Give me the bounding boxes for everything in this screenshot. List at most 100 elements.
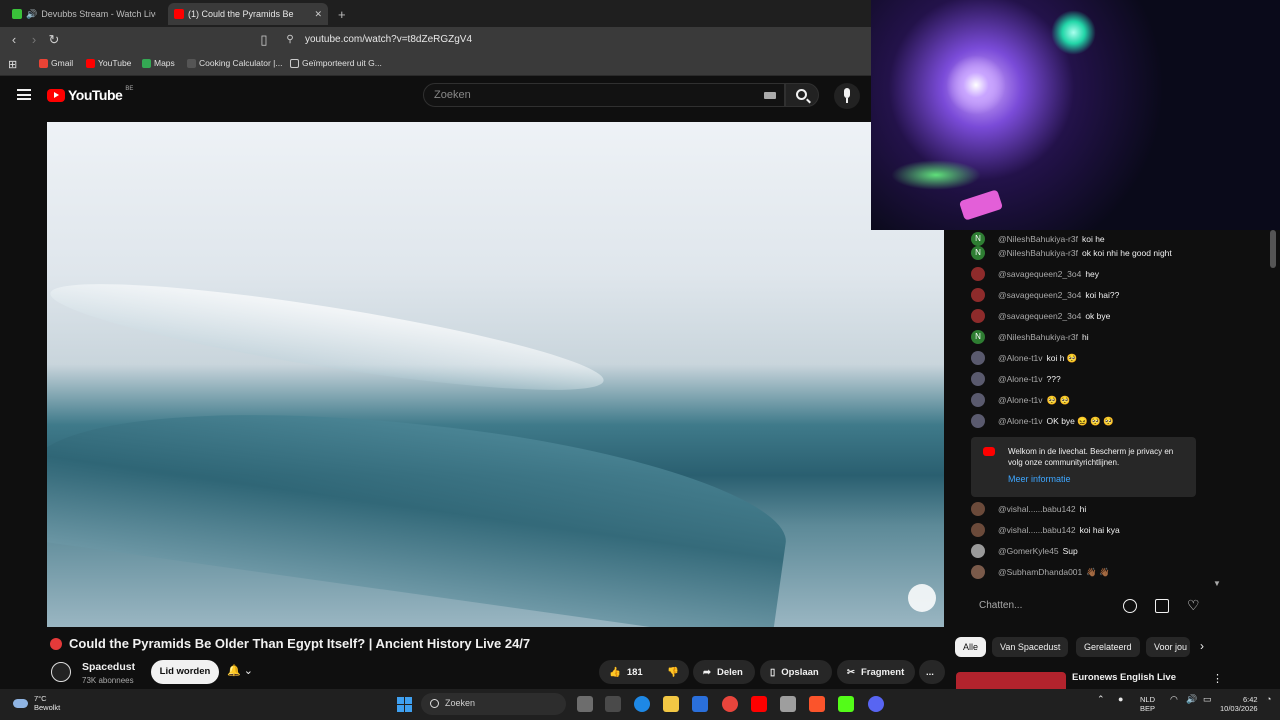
chat-author[interactable]: @vishal......babu142 [998, 525, 1076, 535]
chip-from-channel[interactable]: Van Spacedust [992, 637, 1069, 657]
chat-author[interactable]: @Alone-t1v [998, 416, 1043, 426]
chat-avatar[interactable] [971, 393, 985, 407]
forward-arrow-icon[interactable]: › [26, 32, 42, 48]
chat-message[interactable]: @SubhamDhanda001 👋🏾 👋🏾 [971, 563, 1110, 581]
back-arrow-icon[interactable]: ‹ [6, 32, 22, 48]
bookmark-icon[interactable]: ▯ [256, 32, 272, 48]
save-button[interactable]: ▯ Opslaan [760, 660, 832, 684]
chat-avatar[interactable] [971, 544, 985, 558]
more-info-link[interactable]: Meer informatie [1008, 474, 1071, 484]
taskbar-search[interactable]: Zoeken [421, 693, 566, 715]
chat-message[interactable]: @GomerKyle45 Sup [971, 542, 1078, 560]
recommended-more-icon[interactable]: ⋮ [1212, 672, 1223, 685]
chat-message[interactable]: @savagequeen2_3o4 koi hai?? [971, 286, 1119, 304]
edge-icon[interactable] [634, 696, 650, 712]
scroll-down-icon[interactable]: ▼ [1213, 579, 1221, 588]
chat-avatar[interactable] [971, 414, 985, 428]
heart-icon[interactable]: ♡ [1187, 597, 1200, 614]
calculator-icon[interactable] [780, 696, 796, 712]
chat-message[interactable]: @savagequeen2_3o4 ok bye [971, 307, 1110, 325]
chat-message[interactable]: N @NileshBahukiya-r3f hi [971, 328, 1089, 346]
chip-all[interactable]: Alle [955, 637, 987, 657]
address-bar[interactable]: youtube.com/watch?v=t8dZeRGZgV4 [305, 34, 472, 45]
chips-next-icon[interactable]: › [1200, 639, 1204, 653]
chat-avatar[interactable] [971, 565, 985, 579]
chip-related[interactable]: Gerelateerd [1076, 637, 1140, 657]
chat-scrollbar[interactable] [1270, 230, 1276, 268]
chat-author[interactable]: @savagequeen2_3o4 [998, 311, 1081, 321]
notification-bell-icon[interactable]: 🔔 ⌄ [227, 664, 253, 677]
notification-icon[interactable]: ◔ [1266, 695, 1271, 704]
more-actions-button[interactable]: ... [919, 660, 945, 684]
chat-avatar[interactable] [971, 502, 985, 516]
search-input[interactable]: Zoeken [423, 83, 785, 107]
bookmark-gmail[interactable]: Gmail [39, 58, 73, 68]
like-button[interactable]: 👍 181 👎 [599, 660, 689, 684]
task-view-icon[interactable] [577, 696, 593, 712]
channel-watermark-icon[interactable] [908, 584, 936, 612]
brave-icon[interactable] [809, 696, 825, 712]
recommended-title[interactable]: Euronews English Live [1072, 672, 1176, 683]
site-info-icon[interactable]: ⚲ [282, 32, 298, 48]
chat-author[interactable]: @savagequeen2_3o4 [998, 269, 1081, 279]
channel-name[interactable]: Spacedust [82, 661, 135, 673]
bookmark-imported-folder[interactable]: Geïmporteerd uit G... [290, 58, 382, 68]
tray-app-icon[interactable]: ● [1118, 695, 1123, 704]
bookmark-youtube[interactable]: YouTube [86, 58, 131, 68]
chat-message[interactable]: N @NileshBahukiya-r3f ok koi nhi he good n… [971, 244, 1172, 262]
voice-search-icon[interactable] [834, 83, 860, 109]
file-explorer-icon[interactable] [663, 696, 679, 712]
chat-author[interactable]: @NileshBahukiya-r3f [998, 332, 1078, 342]
share-button[interactable]: ➦ Delen [693, 660, 755, 684]
weather-widget[interactable]: 7°C Bewolkt [13, 694, 60, 712]
join-button[interactable]: Lid worden [151, 660, 219, 684]
bookmark-maps[interactable]: Maps [142, 58, 175, 68]
chip-for-you[interactable]: Voor jou [1146, 637, 1190, 657]
chat-avatar[interactable]: N [971, 246, 985, 260]
kick-icon[interactable] [838, 696, 854, 712]
discord-icon[interactable] [868, 696, 884, 712]
windows-start-icon[interactable] [397, 697, 412, 712]
tray-overflow-icon[interactable]: ⌃ [1097, 695, 1105, 704]
tab-devubbs-stream[interactable]: 🔊 Devubbs Stream - Watch Live on [6, 3, 156, 25]
chat-author[interactable]: @SubhamDhanda001 [998, 567, 1082, 577]
chat-message[interactable]: @Alone-t1v??? [971, 370, 1061, 388]
chat-message[interactable]: @Alone-t1v koi h 🥺 [971, 349, 1077, 367]
video-player[interactable] [47, 122, 944, 627]
chat-author[interactable]: @Alone-t1v [998, 353, 1043, 363]
battery-icon[interactable]: ▭ [1203, 695, 1212, 704]
chat-avatar[interactable]: N [971, 330, 985, 344]
chat-message[interactable]: @Alone-t1v 🥺 🥺 [971, 391, 1070, 409]
chat-message[interactable]: @vishal......babu142 koi hai kya [971, 521, 1120, 539]
keyboard-icon[interactable] [764, 92, 776, 99]
youtube-logo[interactable]: YouTube BE [47, 86, 133, 103]
chat-author[interactable]: @vishal......babu142 [998, 504, 1076, 514]
new-tab-button[interactable]: + [332, 3, 352, 25]
tab-youtube-video[interactable]: (1) Could the Pyramids Be ✕ [168, 3, 328, 25]
clock[interactable]: 6:42 10/03/2026 [1220, 695, 1258, 713]
chat-author[interactable]: @GomerKyle45 [998, 546, 1059, 556]
thumbs-down-icon[interactable]: 👎 [667, 667, 679, 678]
chat-avatar[interactable] [971, 372, 985, 386]
chat-author[interactable]: @Alone-t1v [998, 374, 1043, 384]
language-indicator[interactable]: NLD BEP [1140, 695, 1155, 713]
chat-avatar[interactable] [971, 351, 985, 365]
chat-avatar[interactable] [971, 309, 985, 323]
chrome-icon[interactable] [722, 696, 738, 712]
chat-avatar[interactable] [971, 267, 985, 281]
super-chat-icon[interactable] [1155, 599, 1169, 613]
chat-author[interactable]: @Alone-t1v [998, 395, 1043, 405]
volume-icon[interactable]: 🔊 [1186, 695, 1197, 704]
bookmark-cooking-calculator[interactable]: Cooking Calculator |... [187, 58, 282, 68]
outlook-icon[interactable] [692, 696, 708, 712]
recommended-thumbnail[interactable] [956, 672, 1066, 689]
chat-avatar[interactable] [971, 288, 985, 302]
clip-button[interactable]: ✂ Fragment [837, 660, 915, 684]
chat-author[interactable]: @savagequeen2_3o4 [998, 290, 1081, 300]
chat-avatar[interactable] [971, 523, 985, 537]
youtube-app-icon[interactable] [751, 696, 767, 712]
chat-message[interactable]: @Alone-t1v OK bye 😖 🥺 🥺 [971, 412, 1114, 430]
chat-input[interactable]: Chatten... [971, 596, 1121, 616]
wifi-icon[interactable]: ◠ [1170, 695, 1178, 704]
menu-icon[interactable] [17, 89, 31, 100]
